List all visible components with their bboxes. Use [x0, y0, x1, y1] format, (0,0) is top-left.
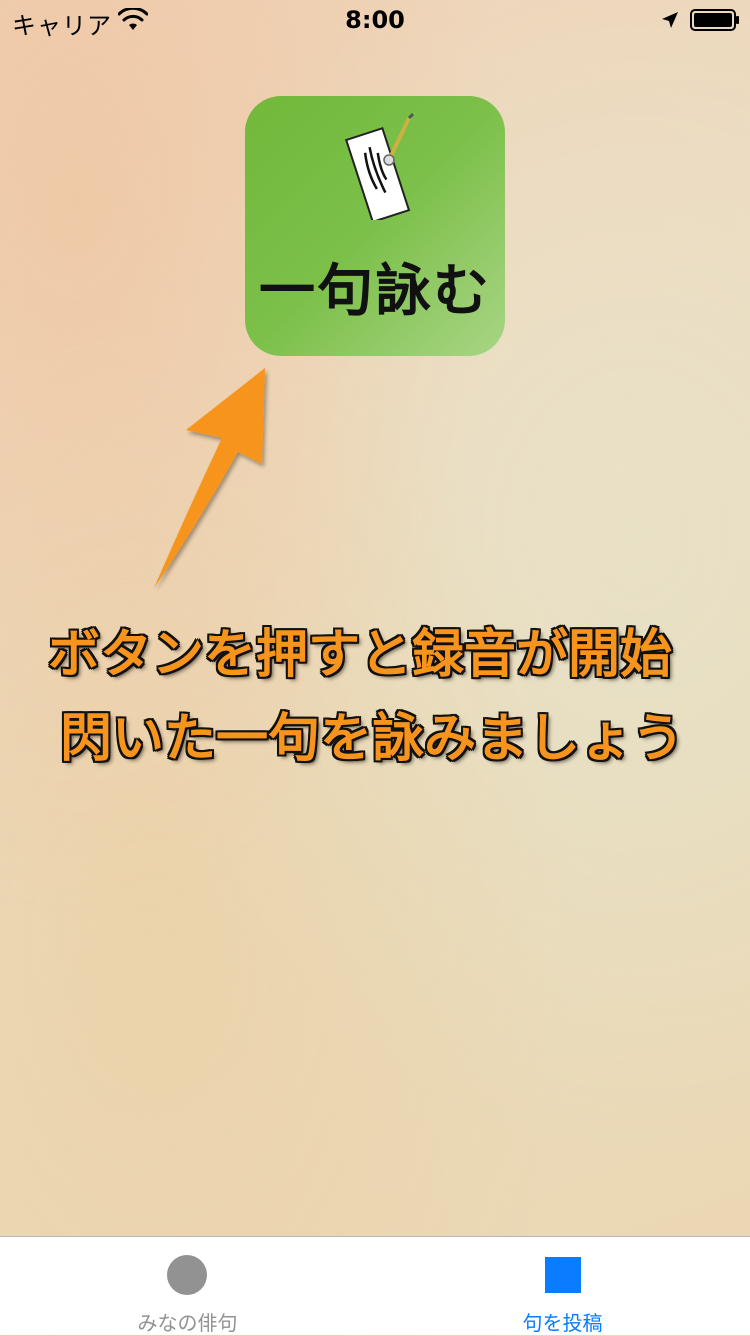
circle-icon	[167, 1255, 207, 1295]
status-time: 8:00	[345, 6, 405, 34]
tab-label: みなの俳句	[137, 1311, 238, 1335]
record-button-label: 一句詠む	[259, 258, 491, 324]
instruction-line-1: ボタンを押すと録音が開始	[48, 625, 673, 685]
tanzaku-brush-icon	[344, 112, 415, 220]
location-arrow-icon	[662, 12, 678, 28]
tab-label: 句を投稿	[522, 1311, 603, 1335]
tab-post-haiku[interactable]: 句を投稿	[375, 1237, 750, 1335]
record-button[interactable]: 一句詠む	[245, 96, 505, 356]
tab-bar: みなの俳句 句を投稿	[0, 1236, 750, 1335]
pointer-arrow-icon	[154, 368, 265, 588]
status-bar: キャリア 8:00	[0, 0, 750, 40]
tab-minna-no-haiku[interactable]: みなの俳句	[0, 1237, 375, 1335]
instruction-line-2: 閃いた一句を詠みましょう	[60, 709, 685, 769]
battery-full-icon	[690, 9, 739, 31]
square-icon	[545, 1257, 581, 1293]
